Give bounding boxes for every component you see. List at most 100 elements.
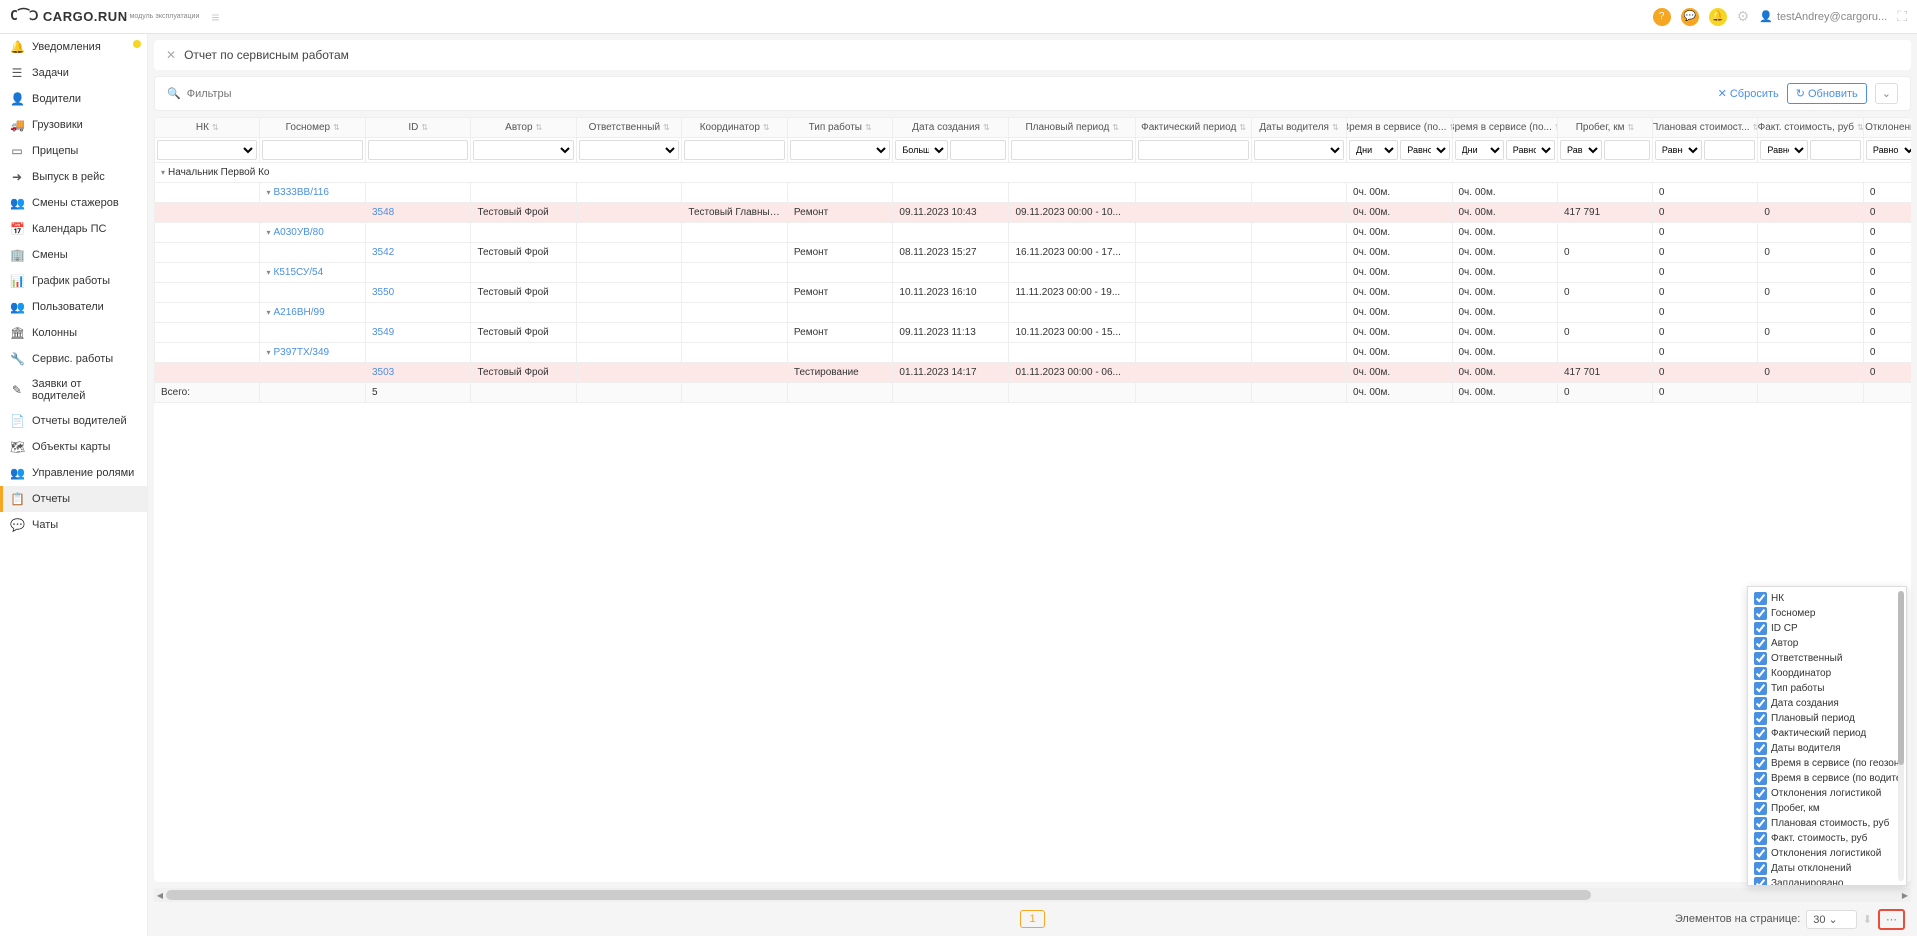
per-page-select[interactable]: 30 ⌄: [1806, 910, 1857, 929]
column-header[interactable]: Плановая стоимост...⇅: [1652, 118, 1757, 138]
vehicle-link[interactable]: В333ВВ/116: [274, 187, 329, 198]
help-icon[interactable]: ?: [1653, 8, 1671, 26]
caret-icon[interactable]: ▾: [266, 348, 270, 357]
filter-input[interactable]: [1011, 140, 1133, 160]
sidebar-item-Колонны[interactable]: 🏛Колонны: [0, 320, 147, 346]
vehicle-link[interactable]: А030УВ/80: [274, 227, 324, 238]
sidebar-item-Прицепы[interactable]: ▭Прицепы: [0, 138, 147, 164]
column-checkbox[interactable]: [1754, 652, 1767, 665]
column-checkbox[interactable]: [1754, 607, 1767, 620]
column-toggle-item[interactable]: Фактический период: [1752, 726, 1902, 741]
download-icon[interactable]: ⬇: [1863, 913, 1872, 926]
column-header[interactable]: ID⇅: [365, 118, 470, 138]
column-toggle-item[interactable]: Даты отклонений: [1752, 861, 1902, 876]
sidebar-item-Управление ролями[interactable]: 👥Управление ролями: [0, 460, 147, 486]
column-checkbox[interactable]: [1754, 727, 1767, 740]
sidebar-item-Уведомления[interactable]: 🔔Уведомления: [0, 34, 147, 60]
column-toggle-item[interactable]: Автор: [1752, 636, 1902, 651]
filter-input[interactable]: [684, 140, 784, 160]
sidebar-item-Заявки от водителей[interactable]: ✎Заявки от водителей: [0, 372, 147, 408]
column-checkbox[interactable]: [1754, 622, 1767, 635]
column-toggle-item[interactable]: Координатор: [1752, 666, 1902, 681]
vehicle-link[interactable]: К515СУ/54: [274, 267, 324, 278]
column-header[interactable]: Фактический период⇅: [1136, 118, 1252, 138]
caret-icon[interactable]: ▾: [266, 188, 270, 197]
caret-icon[interactable]: ▾: [266, 268, 270, 277]
filter-cmp[interactable]: Равно: [1866, 140, 1911, 160]
filter-date[interactable]: [950, 140, 1007, 160]
sidebar-item-Грузовики[interactable]: 🚚Грузовики: [0, 112, 147, 138]
sidebar-item-Отчеты водителей[interactable]: 📄Отчеты водителей: [0, 408, 147, 434]
filter-val[interactable]: [1604, 140, 1650, 160]
refresh-button[interactable]: ↻ Обновить: [1787, 83, 1867, 104]
column-checkbox[interactable]: [1754, 877, 1767, 886]
filter-input[interactable]: [1138, 140, 1249, 160]
column-checkbox[interactable]: [1754, 637, 1767, 650]
column-toggle-item[interactable]: Плановая стоимость, руб: [1752, 816, 1902, 831]
caret-icon[interactable]: ▾: [266, 308, 270, 317]
column-toggle-item[interactable]: Отклонения логистикой: [1752, 786, 1902, 801]
column-header[interactable]: НК⇅: [155, 118, 260, 138]
column-checkbox[interactable]: [1754, 862, 1767, 875]
caret-icon[interactable]: ▾: [266, 228, 270, 237]
id-link[interactable]: 3542: [372, 247, 394, 258]
filter-search-input[interactable]: [187, 88, 387, 100]
sidebar-item-Пользователи[interactable]: 👥Пользователи: [0, 294, 147, 320]
scroll-left-icon[interactable]: ◀: [154, 888, 166, 902]
user-menu[interactable]: 👤 testAndrey@cargoru...: [1759, 10, 1887, 23]
filter-select[interactable]: [579, 140, 679, 160]
vehicle-link[interactable]: Р397ТХ/349: [274, 347, 330, 358]
menu-toggle-icon[interactable]: ≡: [211, 9, 219, 25]
column-toggle-item[interactable]: Отклонения логистикой: [1752, 846, 1902, 861]
vehicle-link[interactable]: А216ВН/99: [274, 307, 325, 318]
column-header[interactable]: Даты водителя⇅: [1252, 118, 1347, 138]
column-toggle-item[interactable]: Ответственный: [1752, 651, 1902, 666]
sidebar-item-Смены[interactable]: 🏢Смены: [0, 242, 147, 268]
column-toggle-item[interactable]: НК: [1752, 591, 1902, 606]
reset-button[interactable]: ✕ Сбросить: [1718, 87, 1779, 100]
close-icon[interactable]: ✕: [166, 48, 176, 62]
column-header[interactable]: Время в сервисе (по...⇅: [1347, 118, 1452, 138]
column-toggle-item[interactable]: Дата создания: [1752, 696, 1902, 711]
bell-icon[interactable]: 🔔: [1709, 8, 1727, 26]
chat-icon[interactable]: 💬: [1681, 8, 1699, 26]
id-link[interactable]: 3550: [372, 287, 394, 298]
column-checkbox[interactable]: [1754, 667, 1767, 680]
column-header[interactable]: Госномер⇅: [260, 118, 365, 138]
column-toggle-item[interactable]: Факт. стоимость, руб: [1752, 831, 1902, 846]
column-header[interactable]: Автор⇅: [471, 118, 576, 138]
column-header[interactable]: Время в сервисе (по...⇅: [1452, 118, 1557, 138]
column-toggle-item[interactable]: Запланировано: [1752, 876, 1902, 886]
filter-cmp[interactable]: Равно: [1655, 140, 1702, 160]
column-toggle-item[interactable]: Плановый период: [1752, 711, 1902, 726]
column-toggle-item[interactable]: Тип работы: [1752, 681, 1902, 696]
column-toggle-item[interactable]: Госномер: [1752, 606, 1902, 621]
filter-select[interactable]: [1254, 140, 1344, 160]
filter-cmp[interactable]: Равно: [1560, 140, 1602, 160]
page-number[interactable]: 1: [1020, 910, 1044, 928]
filter-cmp[interactable]: Равно: [1400, 140, 1449, 160]
id-link[interactable]: 3549: [372, 327, 394, 338]
filter-unit[interactable]: Дни: [1349, 140, 1398, 160]
filter-select[interactable]: [790, 140, 890, 160]
filter-cmp[interactable]: Равно: [1760, 140, 1807, 160]
column-checkbox[interactable]: [1754, 832, 1767, 845]
filter-select[interactable]: [473, 140, 573, 160]
column-toggle-item[interactable]: Даты водителя: [1752, 741, 1902, 756]
sidebar-item-Выпуск в рейс[interactable]: ➜Выпуск в рейс: [0, 164, 147, 190]
filter-select[interactable]: [157, 140, 257, 160]
columns-button[interactable]: ⋯: [1878, 909, 1905, 930]
group-row[interactable]: ▾Начальник Первой Ко: [155, 163, 1912, 183]
horizontal-scrollbar[interactable]: ◀ ▶: [154, 888, 1911, 902]
column-header[interactable]: Координатор⇅: [682, 118, 787, 138]
column-checkbox[interactable]: [1754, 802, 1767, 815]
column-toggle-item[interactable]: Время в сервисе (по геозоне): [1752, 756, 1902, 771]
column-header[interactable]: Факт. стоимость, руб⇅: [1758, 118, 1863, 138]
column-header[interactable]: Дата создания⇅: [893, 118, 1009, 138]
id-link[interactable]: 3548: [372, 207, 394, 218]
filter-op[interactable]: Больше: [895, 140, 948, 160]
sidebar-item-Сервис. работы[interactable]: 🔧Сервис. работы: [0, 346, 147, 372]
sidebar-item-График работы[interactable]: 📊График работы: [0, 268, 147, 294]
chevron-down-icon[interactable]: ⌄: [1875, 83, 1898, 104]
filter-val[interactable]: [1810, 140, 1861, 160]
